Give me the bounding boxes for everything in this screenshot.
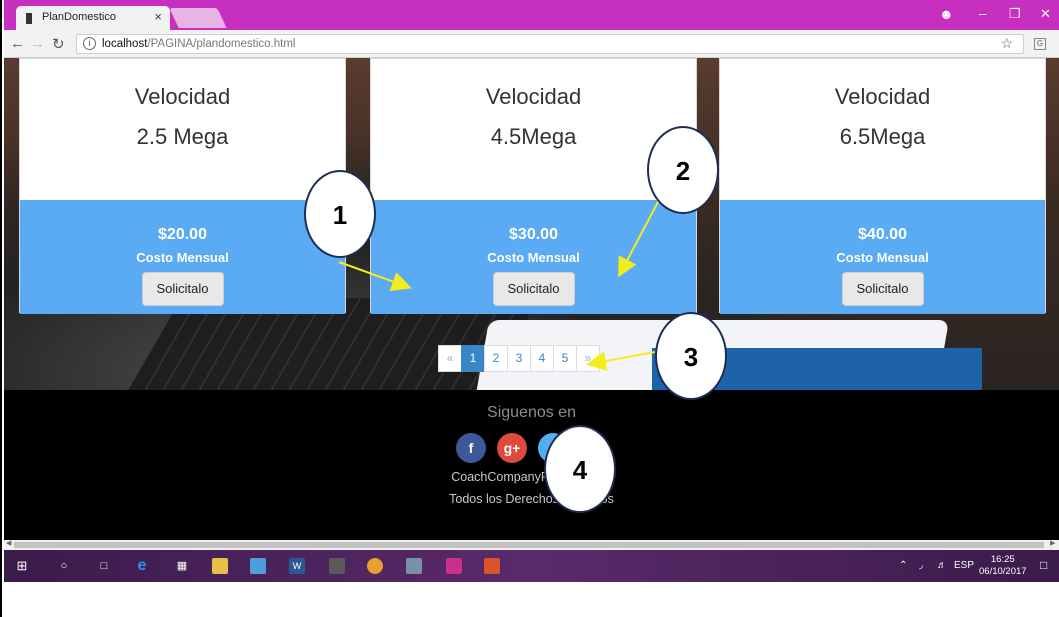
annotation-1: 1 bbox=[304, 170, 376, 258]
annotation-3: 3 bbox=[655, 312, 727, 400]
arrow-3 bbox=[586, 351, 656, 371]
arrow-1 bbox=[338, 261, 412, 291]
screenshot-frame: PlanDomestico × ☻ – ❐ ✕ ← → ↻ i localhos… bbox=[4, 0, 1059, 582]
arrow-2 bbox=[618, 199, 660, 278]
document-border bbox=[0, 0, 2, 617]
annotation-2: 2 bbox=[647, 126, 719, 214]
annotation-arrows bbox=[338, 199, 660, 371]
annotation-4: 4 bbox=[544, 425, 616, 513]
